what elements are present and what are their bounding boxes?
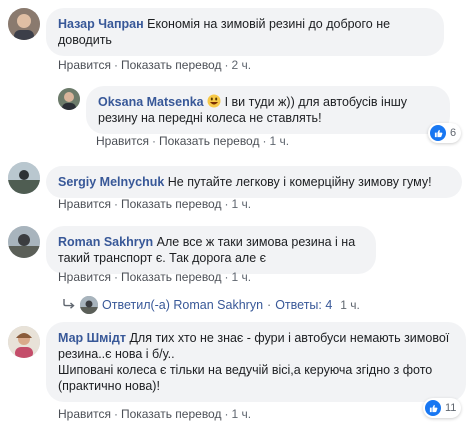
comment-bubble: Назар Чапран Економія на зимовій резині … xyxy=(46,8,444,56)
avatar[interactable] xyxy=(8,8,40,40)
like-link[interactable]: Нравится xyxy=(96,134,149,148)
translate-link[interactable]: Показать перевод xyxy=(159,134,260,148)
separator: · xyxy=(113,270,118,284)
reaction-number: 6 xyxy=(450,127,457,139)
replies-count[interactable]: Ответы: 4 xyxy=(275,298,332,312)
reaction-count[interactable]: 6 xyxy=(428,123,462,143)
like-link[interactable]: Нравится xyxy=(58,58,111,72)
comment-actions: Нравится · Показать перевод · 1 ч. xyxy=(58,270,251,284)
comment-bubble: Roman Sakhryn Але все ж таки зимова рези… xyxy=(46,226,376,274)
timestamp[interactable]: 1 ч. xyxy=(269,134,289,148)
separator: · xyxy=(224,58,229,72)
translate-link[interactable]: Показать перевод xyxy=(121,407,222,421)
like-icon xyxy=(425,400,441,416)
comment-author[interactable]: Назар Чапран xyxy=(58,17,144,31)
comment-bubble: Oksana Matsenka I ви туди ж)) для автобу… xyxy=(86,86,450,134)
comment-author[interactable]: Roman Sakhryn xyxy=(58,235,153,249)
avatar[interactable] xyxy=(58,88,80,110)
grinning-face-emoji xyxy=(207,94,221,108)
separator: · xyxy=(224,407,229,421)
translate-link[interactable]: Показать перевод xyxy=(121,58,222,72)
timestamp[interactable]: 2 ч. xyxy=(231,58,251,72)
separator: · xyxy=(224,197,229,211)
separator: · xyxy=(113,58,118,72)
timestamp[interactable]: 1 ч. xyxy=(231,407,251,421)
translate-link[interactable]: Показать перевод xyxy=(121,270,222,284)
reply-arrow-icon xyxy=(62,298,76,313)
timestamp[interactable]: 1 ч. xyxy=(340,298,360,312)
separator: · xyxy=(262,134,267,148)
comment-author[interactable]: Мар Шмідт xyxy=(58,331,126,345)
like-link[interactable]: Нравится xyxy=(58,407,111,421)
avatar[interactable] xyxy=(8,226,40,258)
avatar[interactable] xyxy=(8,162,40,194)
comment-actions: Нравится · Показать перевод · 1 ч. xyxy=(58,197,251,211)
comment-actions: Нравится · Показать перевод · 1 ч. xyxy=(58,407,251,421)
like-link[interactable]: Нравится xyxy=(58,270,111,284)
reaction-number: 11 xyxy=(445,402,457,414)
separator: · xyxy=(113,197,118,211)
like-link[interactable]: Нравится xyxy=(58,197,111,211)
comment-text: Не путайте легкову і комерційну зимову г… xyxy=(167,175,432,189)
like-icon xyxy=(430,125,446,141)
timestamp[interactable]: 1 ч. xyxy=(231,270,251,284)
translate-link[interactable]: Показать перевод xyxy=(121,197,222,211)
separator: · xyxy=(224,270,229,284)
comment-actions: Нравится · Показать перевод · 2 ч. xyxy=(58,58,251,72)
avatar xyxy=(80,296,98,314)
reaction-count[interactable]: 11 xyxy=(423,398,462,418)
timestamp[interactable]: 1 ч. xyxy=(231,197,251,211)
comment-text-continued: Шиповані колеса є тільки на ведучій вісі… xyxy=(58,363,433,393)
separator: · xyxy=(267,298,272,312)
comment-actions: Нравится · Показать перевод · 1 ч. xyxy=(96,134,289,148)
avatar[interactable] xyxy=(8,326,40,358)
comment-bubble: Sergiy Melnychuk Не путайте легкову і ко… xyxy=(46,166,462,198)
separator: · xyxy=(113,407,118,421)
comment-bubble: Мар Шмідт Для тих хто не знає - фури і а… xyxy=(46,322,466,402)
separator: · xyxy=(151,134,156,148)
replied-by-text[interactable]: Ответил(-а) Roman Sakhryn xyxy=(102,298,263,312)
comment-author[interactable]: Sergiy Melnychuk xyxy=(58,175,164,189)
view-replies-link[interactable]: Ответил(-а) Roman Sakhryn · Ответы: 4 1 … xyxy=(62,296,360,314)
comment-author[interactable]: Oksana Matsenka xyxy=(98,95,204,109)
